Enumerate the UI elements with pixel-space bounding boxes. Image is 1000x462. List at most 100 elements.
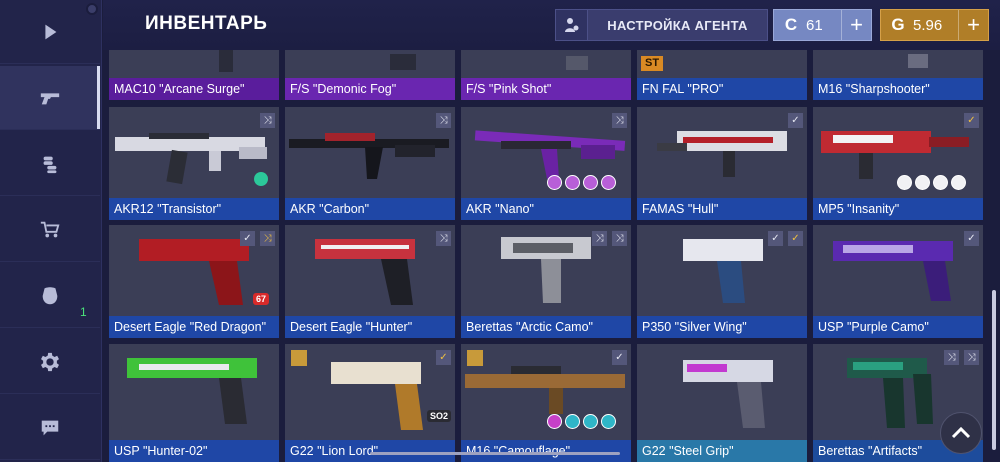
shuffle-icon[interactable]: ⤨ <box>964 350 979 365</box>
agent-setup-label: НАСТРОЙКА АГЕНТА <box>607 17 748 33</box>
sticker-icon <box>583 414 598 429</box>
sticker-icon <box>583 175 598 190</box>
add-gold-button[interactable]: + <box>958 10 988 40</box>
top-bar: ИНВЕНТАРЬ НАСТРОЙКА АГЕНТА C 61 + G 5.96… <box>103 0 1000 50</box>
sticker-icon <box>933 175 948 190</box>
check-icon[interactable]: ✓ <box>768 231 783 246</box>
item-name: Berettas "Arctic Camo" <box>461 316 631 338</box>
sidebar-item-settings[interactable] <box>0 330 100 394</box>
shuffle-icon[interactable]: ⤨ <box>944 350 959 365</box>
item-name: AKR "Carbon" <box>285 198 455 220</box>
clan-badge: 1 <box>80 305 87 319</box>
item-card[interactable]: ✓ USP "Purple Camo" <box>813 225 983 338</box>
sticker-icon <box>601 414 616 429</box>
sticker-label: 67 <box>253 293 270 305</box>
sticker-icon <box>565 414 580 429</box>
item-name: FN FAL "PRO" <box>637 78 807 100</box>
item-name: AKR "Nano" <box>461 198 631 220</box>
chat-icon <box>41 420 59 435</box>
shuffle-icon[interactable]: ⤨ <box>612 113 627 128</box>
equipped-check-icon[interactable]: ✓ <box>964 113 979 128</box>
sidebar-item-coins[interactable] <box>0 132 100 196</box>
weapon-art-g22-lion-lord <box>291 350 423 430</box>
item-card[interactable]: ⤨ Desert Eagle "Hunter" <box>285 225 455 338</box>
item-card[interactable]: ⤨ ⤨ Berettas "Arctic Camo" <box>461 225 631 338</box>
sidebar-item-chat[interactable] <box>0 396 100 460</box>
equipped-check-icon[interactable]: ✓ <box>788 231 803 246</box>
item-card[interactable]: USP "Hunter-02" <box>109 344 279 462</box>
item-name: M16 "Camouflage" <box>461 440 631 462</box>
item-name: USP "Purple Camo" <box>813 316 983 338</box>
shuffle-icon[interactable]: ⤨ <box>612 231 627 246</box>
item-card[interactable]: M16 "Sharpshooter" <box>813 50 983 100</box>
item-name: F/S "Pink Shot" <box>461 78 631 100</box>
sticker-icon <box>951 175 966 190</box>
weapon-art-g22-steel-grip <box>683 360 773 428</box>
shuffle-icon[interactable]: ⤨ <box>260 231 275 246</box>
weapon-art-deagle-hunter <box>315 239 415 305</box>
item-card[interactable]: MAC10 "Arcane Surge" <box>109 50 279 100</box>
item-name: MAC10 "Arcane Surge" <box>109 78 279 100</box>
sidebar-item-clan[interactable]: 1 <box>0 264 100 328</box>
check-icon[interactable]: ✓ <box>964 231 979 246</box>
item-card[interactable]: ✓ M16 "Camouflage" <box>461 344 631 462</box>
sticker-label: SO2 <box>427 410 452 422</box>
weapon-art-famas-hull <box>657 131 787 177</box>
check-icon[interactable]: ✓ <box>788 113 803 128</box>
item-card[interactable]: ✓ FAMAS "Hull" <box>637 107 807 220</box>
check-icon[interactable]: ✓ <box>240 231 255 246</box>
shuffle-icon[interactable]: ⤨ <box>436 231 451 246</box>
sidebar: 1 <box>0 0 102 462</box>
horizontal-scroll-indicator <box>370 452 620 455</box>
scroll-up-button[interactable] <box>940 412 982 454</box>
item-card[interactable]: 67 ✓ ⤨ Desert Eagle "Red Dragon" <box>109 225 279 338</box>
sidebar-item-play[interactable] <box>0 0 100 64</box>
item-name: AKR12 "Transistor" <box>109 198 279 220</box>
gear-icon <box>41 352 59 371</box>
item-card[interactable]: ⤨ AKR "Nano" <box>461 107 631 220</box>
check-icon[interactable]: ✓ <box>612 350 627 365</box>
shuffle-icon[interactable]: ⤨ <box>436 113 451 128</box>
stattrack-tag: ST <box>641 56 664 71</box>
sidebar-item-inventory[interactable] <box>0 66 100 130</box>
item-card[interactable]: ⤨ AKR12 "Transistor" <box>109 107 279 220</box>
equipped-check-icon[interactable]: ✓ <box>436 350 451 365</box>
shuffle-icon[interactable]: ⤨ <box>260 113 275 128</box>
agent-icon <box>556 10 588 40</box>
vertical-scrollbar[interactable] <box>992 290 996 450</box>
inventory-grid: MAC10 "Arcane Surge" F/S "Demonic Fog" F… <box>103 50 991 462</box>
play-icon <box>45 24 57 39</box>
check-icon[interactable]: ⤨ <box>592 231 607 246</box>
item-name: USP "Hunter-02" <box>109 440 279 462</box>
item-name: P350 "Silver Wing" <box>637 316 807 338</box>
sticker-icon <box>915 175 930 190</box>
item-name: G22 "Steel Grip" <box>637 440 807 462</box>
item-card[interactable]: SO2 ✓ G22 "Lion Lord" <box>285 344 455 462</box>
sticker-icon <box>547 175 562 190</box>
item-card[interactable]: ST FN FAL "PRO" <box>637 50 807 100</box>
weapon-art-usp-purple-camo <box>833 241 953 301</box>
item-name: Desert Eagle "Hunter" <box>285 316 455 338</box>
cart-icon <box>40 221 60 237</box>
item-card[interactable]: F/S "Pink Shot" <box>461 50 631 100</box>
coins-icon <box>43 156 57 173</box>
sticker-icon <box>601 175 616 190</box>
sidebar-item-shop[interactable] <box>0 198 100 262</box>
item-name: M16 "Sharpshooter" <box>813 78 983 100</box>
clan-icon <box>42 286 58 304</box>
sticker-icon <box>547 414 562 429</box>
item-card[interactable]: ⤨ AKR "Carbon" <box>285 107 455 220</box>
agent-setup-button[interactable]: НАСТРОЙКА АГЕНТА <box>555 9 768 41</box>
item-card[interactable]: ✓ ✓ P350 "Silver Wing" <box>637 225 807 338</box>
item-card[interactable]: G22 "Steel Grip" <box>637 344 807 462</box>
weapon-art-akr-carbon <box>289 133 449 179</box>
item-card[interactable]: F/S "Demonic Fog" <box>285 50 455 100</box>
silver-amount: 61 <box>806 16 823 34</box>
add-silver-button[interactable]: + <box>841 10 871 40</box>
page-title: ИНВЕНТАРЬ <box>145 13 268 34</box>
sticker-icon <box>897 175 912 190</box>
item-card[interactable]: ✓ MP5 "Insanity" <box>813 107 983 220</box>
chevron-up-icon <box>951 427 971 439</box>
inventory-screen: 1 ИНВЕНТАРЬ НАСТРОЙКА АГЕНТА C 61 + G 5.… <box>0 0 1000 462</box>
gold-coin-icon: G <box>891 15 905 34</box>
